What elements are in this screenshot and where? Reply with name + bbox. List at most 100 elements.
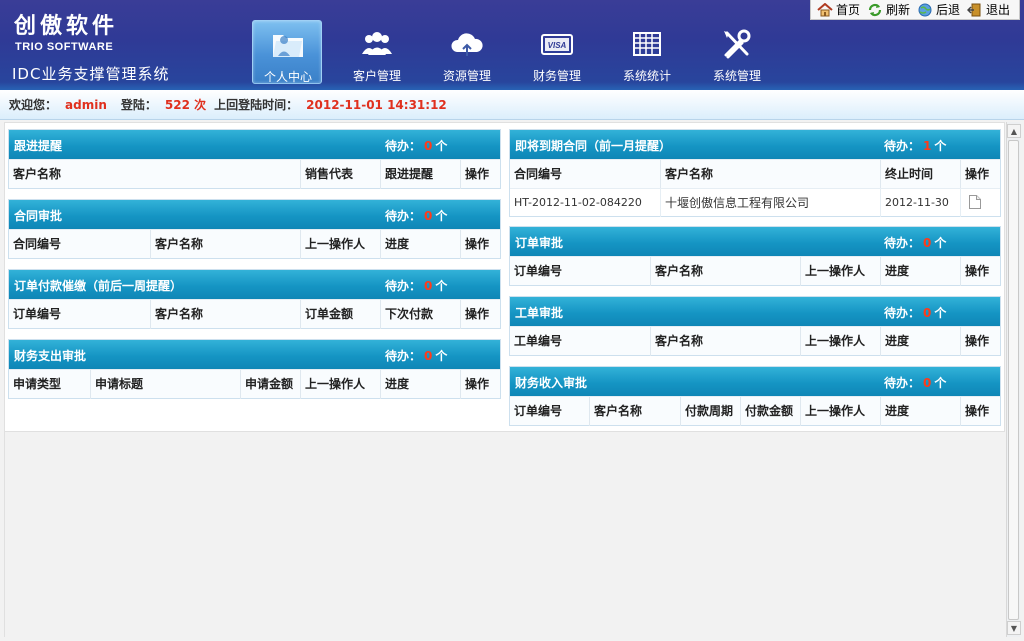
brand-name-cn: 创傲软件	[14, 14, 119, 39]
panel-title-bar: 工单审批 待办： 0 个	[510, 297, 1000, 326]
nav-system-management[interactable]: 系统管理	[702, 20, 772, 84]
scroll-thumb[interactable]	[1008, 140, 1019, 620]
column-header: 客户名称	[590, 397, 681, 426]
panel-title: 订单审批	[515, 236, 564, 250]
column-header: 付款金额	[741, 397, 801, 426]
pending-unit: 个	[934, 306, 947, 320]
pending-label: 待办：	[884, 376, 921, 390]
pending-label: 待办：	[884, 306, 921, 320]
panel-order-payment-reminder: 订单付款催缴（前后一周提醒） 待办： 0 个 订单编号 客户名称 订单金额 下次付款…	[8, 269, 501, 329]
panel-title: 订单付款催缴（前后一周提醒）	[14, 279, 183, 293]
column-header: 申请标题	[91, 370, 241, 399]
nav-resource-management[interactable]: 资源管理	[432, 20, 502, 84]
table-header: 客户名称 销售代表 跟进提醒 操作	[9, 159, 500, 189]
panel-title-bar: 财务支出审批 待办： 0 个	[9, 340, 500, 369]
column-header: 下次付款	[381, 300, 461, 329]
pending-count: 待办： 0 个	[385, 347, 447, 364]
column-header: 合同编号	[510, 160, 661, 189]
login-count: 522 次	[164, 98, 207, 112]
panel-title-bar: 订单付款催缴（前后一周提醒） 待办： 0 个	[9, 270, 500, 299]
nav-label: 客户管理	[352, 69, 401, 83]
content-empty-area	[4, 432, 1005, 637]
nav-personal-center[interactable]: 个人中心	[252, 20, 322, 84]
pending-unit: 个	[435, 349, 448, 363]
nav-label: 系统管理	[712, 69, 761, 83]
vertical-scrollbar[interactable]: ▲ ▼	[1006, 122, 1021, 637]
contract-code: HT-2012-11-02-084220	[510, 189, 661, 217]
visa-card-icon: VISA	[541, 34, 573, 55]
pending-count: 待办： 0 个	[884, 234, 946, 251]
panel-title-bar: 跟进提醒 待办： 0 个	[9, 130, 500, 159]
refresh-link-label: 刷新	[885, 3, 910, 17]
grid-table-icon	[633, 32, 661, 56]
pending-label: 待办：	[385, 279, 422, 293]
panel-expiring-contracts: 即将到期合同（前一月提醒） 待办： 1 个 合同编号 客户名称 终止时间 操作 HT…	[509, 129, 1001, 217]
login-count-label: 登陆：	[120, 98, 157, 112]
panel-title: 合同审批	[14, 209, 63, 223]
welcome-greeting: 欢迎您：	[9, 98, 58, 112]
users-icon	[362, 32, 392, 55]
pending-unit: 个	[934, 376, 947, 390]
last-login-label: 上回登陆时间：	[214, 98, 299, 112]
column-header: 销售代表	[301, 160, 381, 189]
pending-number: 0	[923, 376, 932, 390]
panel-followup: 跟进提醒 待办： 0 个 客户名称 销售代表 跟进提醒 操作	[8, 129, 501, 189]
table-header: 合同编号 客户名称 上一操作人 进度 操作	[9, 229, 500, 259]
table-header: 订单编号 客户名称 付款周期 付款金额 上一操作人 进度 操作	[510, 396, 1000, 426]
document-icon[interactable]	[968, 194, 982, 210]
panel-income-approval: 财务收入审批 待办： 0 个 订单编号 客户名称 付款周期 付款金额 上一操作人 进…	[509, 366, 1001, 426]
panel-title-bar: 即将到期合同（前一月提醒） 待办： 1 个	[510, 130, 1000, 159]
refresh-link[interactable]: 刷新	[867, 1, 910, 18]
tools-icon	[724, 29, 751, 59]
cloud-upload-icon	[451, 33, 483, 56]
pending-label: 待办：	[385, 209, 422, 223]
column-header: 操作	[465, 377, 490, 391]
column-header: 进度	[381, 230, 461, 259]
table-header: 合同编号 客户名称 终止时间 操作	[510, 159, 1000, 189]
customer-name: 十堰创傲信息工程有限公司	[661, 189, 881, 217]
column-header: 操作	[465, 167, 490, 181]
back-link-label: 后退	[935, 3, 960, 17]
panel-title-bar: 合同审批 待办： 0 个	[9, 200, 500, 229]
column-header: 订单金额	[301, 300, 381, 329]
panel-order-approval: 订单审批 待办： 0 个 订单编号 客户名称 上一操作人 进度 操作	[509, 226, 1001, 286]
column-header: 操作	[965, 334, 990, 348]
pending-unit: 个	[934, 139, 947, 153]
exit-link[interactable]: 退出	[966, 1, 1010, 18]
pending-label: 待办：	[385, 349, 422, 363]
scroll-up-arrow-icon[interactable]: ▲	[1007, 124, 1021, 138]
column-header: 客户名称	[9, 160, 301, 189]
column-header: 订单编号	[510, 257, 651, 286]
header: 创傲软件 TRIO SOFTWARE IDC业务支撑管理系统 个人中心 客户管理	[0, 0, 1024, 90]
nav-finance-management[interactable]: VISA 财务管理	[522, 20, 592, 84]
nav-customer-management[interactable]: 客户管理	[342, 20, 412, 84]
home-icon	[817, 2, 833, 16]
panel-title: 即将到期合同（前一月提醒）	[515, 139, 672, 153]
refresh-icon	[868, 3, 882, 16]
back-link[interactable]: 后退	[917, 1, 960, 18]
brand-name-en: TRIO SOFTWARE	[15, 41, 114, 53]
pending-count: 待办： 0 个	[385, 137, 447, 154]
column-header: 操作	[965, 404, 990, 418]
panel-title: 财务支出审批	[14, 349, 87, 363]
panel-workorder-approval: 工单审批 待办： 0 个 工单编号 客户名称 上一操作人 进度 操作	[509, 296, 1001, 356]
pending-label: 待办：	[884, 236, 921, 250]
top-links: 首页 刷新 后退 退出	[809, 0, 1020, 20]
panel-title-bar: 订单审批 待办： 0 个	[510, 227, 1000, 256]
scroll-down-arrow-icon[interactable]: ▼	[1007, 621, 1021, 635]
pending-label: 待办：	[884, 139, 921, 153]
column-header: 上一操作人	[801, 257, 881, 286]
back-globe-icon	[918, 3, 932, 16]
nav-system-statistics[interactable]: 系统统计	[612, 20, 682, 84]
column-header: 进度	[881, 327, 961, 356]
column-header: 上一操作人	[301, 370, 381, 399]
pending-unit: 个	[435, 279, 448, 293]
panel-title: 工单审批	[515, 306, 564, 320]
column-header: 上一操作人	[801, 327, 881, 356]
home-link[interactable]: 首页	[817, 1, 860, 18]
column-header: 跟进提醒	[381, 160, 461, 189]
column-header: 客户名称	[661, 160, 881, 189]
last-login-time: 2012-11-01 14:31:12	[306, 97, 447, 112]
panel-title: 跟进提醒	[14, 139, 63, 153]
home-link-label: 首页	[835, 3, 860, 17]
